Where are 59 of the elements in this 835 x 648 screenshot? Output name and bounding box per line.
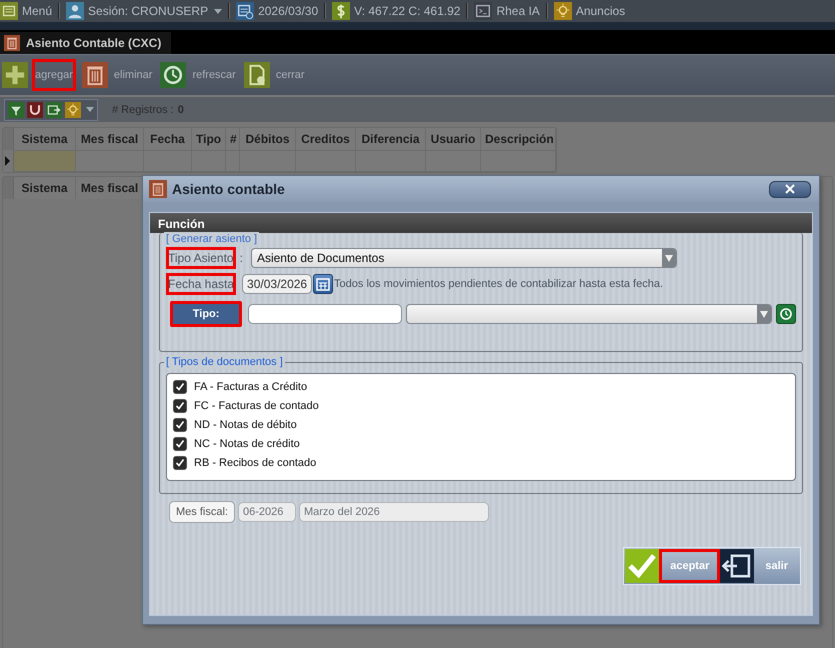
caret-icon[interactable] <box>214 8 222 14</box>
toolbar-button[interactable]: agregar <box>32 59 76 91</box>
lightbulb-icon[interactable] <box>65 102 81 118</box>
checkmark-icon <box>625 549 660 583</box>
close-icon <box>785 184 795 194</box>
trash-icon <box>82 62 108 88</box>
field-label: Tipo Asiento <box>166 247 236 269</box>
toolbar-button[interactable]: eliminar <box>112 59 154 91</box>
filter-icon[interactable] <box>8 102 24 118</box>
top-bar-item[interactable]: Rhea IA <box>496 4 540 18</box>
checkbox[interactable] <box>173 380 187 394</box>
checkbox-label: ND - Notas de débito <box>194 418 297 430</box>
clock-icon <box>779 307 794 321</box>
code-field[interactable] <box>248 304 402 324</box>
lightbulb-icon <box>554 2 572 20</box>
type-button[interactable]: Tipo: <box>170 301 242 327</box>
checkbox[interactable] <box>173 418 187 432</box>
close-button[interactable] <box>769 180 811 198</box>
checkbox[interactable] <box>173 456 187 470</box>
dialog-title: Asiento contable <box>172 181 286 197</box>
group-legend: [ Tipos de documentos ] <box>164 355 285 369</box>
date-hint: Todos los movimientos pendientes de contabilizar hasta esta fecha. <box>334 278 664 290</box>
plus-icon <box>2 62 28 88</box>
label-colon: : <box>240 251 243 265</box>
checkbox-label: FA - Facturas a Crédito <box>194 380 308 392</box>
top-bar-item[interactable]: Anuncios <box>576 4 626 18</box>
table-cell[interactable] <box>76 150 144 172</box>
checkbox[interactable] <box>173 436 187 450</box>
top-bar-item[interactable]: 2026/03/30 <box>258 4 318 18</box>
refresh-button[interactable] <box>776 304 796 324</box>
panel-header: Función <box>150 213 812 233</box>
checkbox[interactable] <box>173 398 187 412</box>
checkbox-label: RB - Recibos de contado <box>194 456 316 468</box>
dropdown[interactable]: Asiento de Documentos <box>250 248 677 268</box>
exit-button[interactable]: salir <box>754 549 799 583</box>
top-bar-item[interactable]: Menú <box>22 4 52 18</box>
user-icon <box>66 2 84 20</box>
menu-icon <box>0 2 18 20</box>
top-bar-item[interactable]: V: 467.22 C: 461.92 <box>354 4 460 18</box>
magnet-icon[interactable] <box>27 102 43 118</box>
toolbar-button[interactable]: cerrar <box>274 59 307 91</box>
toolbar-button[interactable]: refrescar <box>190 59 238 91</box>
calendar-button[interactable] <box>313 274 334 294</box>
checkbox-label: FC - Facturas de contado <box>194 400 319 412</box>
checkbox-label: NC - Notas de crédito <box>194 438 300 450</box>
export-icon[interactable] <box>46 102 62 118</box>
dropdown[interactable] <box>406 304 772 324</box>
field-label: Mes fiscal: <box>169 501 235 523</box>
records-label: # Registros : <box>112 104 174 116</box>
caret-icon[interactable] <box>86 107 94 112</box>
field-label: Fecha hasta <box>166 273 236 295</box>
top-bar-item[interactable]: Sesión: CRONUSERP <box>88 4 208 18</box>
records-count: 0 <box>178 104 184 116</box>
dollar-icon <box>332 2 350 20</box>
accept-button[interactable]: aceptar <box>659 549 720 583</box>
group-legend: [ Generar asiento ] <box>164 232 260 246</box>
table-cell[interactable] <box>14 150 76 172</box>
date-field[interactable]: 30/03/2026 <box>242 274 312 294</box>
app-tab[interactable]: Asiento Contable (CXC) <box>0 32 172 54</box>
